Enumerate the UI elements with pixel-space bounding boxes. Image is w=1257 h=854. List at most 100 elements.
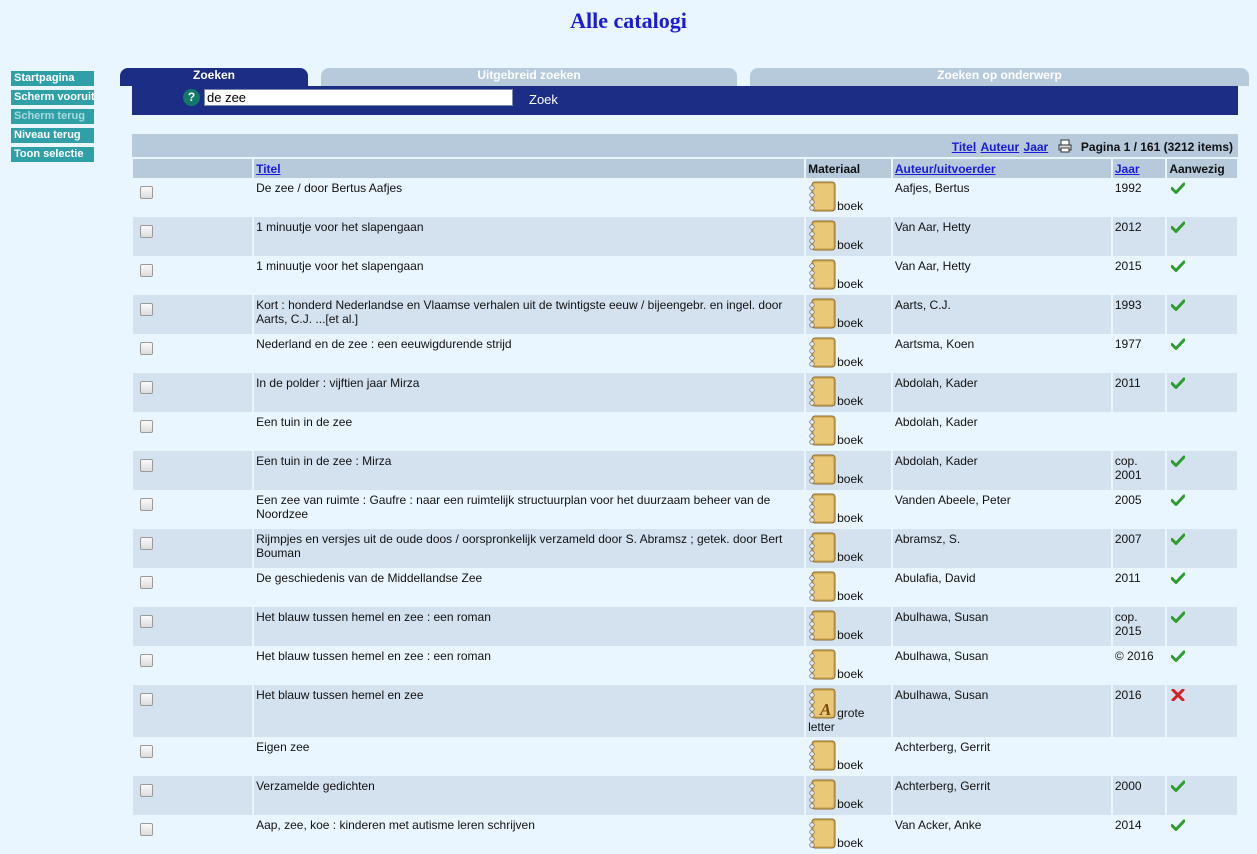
sort-auteur-link[interactable]: Auteur <box>981 140 1020 154</box>
table-row[interactable]: In de polder : vijftien jaar Mirza boek … <box>133 373 1237 412</box>
select-checkbox[interactable] <box>140 537 153 550</box>
tab-uitgebreid-zoeken[interactable]: Uitgebreid zoeken <box>321 68 737 86</box>
table-row[interactable]: Nederland en de zee : een eeuwigdurende … <box>133 334 1237 373</box>
tab-zoeken[interactable]: Zoeken <box>120 68 308 86</box>
year-cell <box>1112 737 1166 776</box>
help-icon[interactable]: ? <box>183 89 200 106</box>
material-label: boek <box>837 277 864 291</box>
title-cell[interactable]: De zee / door Bertus Aafjes <box>254 178 805 217</box>
title-cell[interactable]: 1 minuutje voor het slapengaan <box>254 217 805 256</box>
available-check-icon <box>1170 650 1186 662</box>
available-check-icon <box>1170 780 1186 792</box>
select-checkbox[interactable] <box>140 784 153 797</box>
select-checkbox[interactable] <box>140 303 153 316</box>
year-cell: 2011 <box>1112 373 1166 412</box>
table-row[interactable]: Het blauw tussen hemel en zee : een roma… <box>133 607 1237 646</box>
select-checkbox[interactable] <box>140 420 153 433</box>
material-cell: boek <box>806 373 891 412</box>
select-checkbox[interactable] <box>140 264 153 277</box>
select-cell <box>133 607 253 646</box>
material-label: boek <box>837 797 864 811</box>
select-checkbox[interactable] <box>140 498 153 511</box>
sidebar-item-scherm-vooruit[interactable]: Scherm vooruit <box>11 90 94 105</box>
select-checkbox[interactable] <box>140 459 153 472</box>
table-row[interactable]: De zee / door Bertus Aafjes boek Aafjes,… <box>133 178 1237 217</box>
title-cell[interactable]: Aap, zee, koe : kinderen met autisme ler… <box>254 815 805 854</box>
sort-titel-link[interactable]: Titel <box>952 140 976 154</box>
title-cell[interactable]: Een tuin in de zee <box>254 412 805 451</box>
select-checkbox[interactable] <box>140 225 153 238</box>
column-header-titel[interactable]: Titel <box>254 157 805 178</box>
search-button[interactable]: Zoek <box>529 92 558 107</box>
author-cell: Achterberg, Gerrit <box>892 776 1111 815</box>
table-row[interactable]: 1 minuutje voor het slapengaan boek Van … <box>133 256 1237 295</box>
availability-cell <box>1167 529 1237 568</box>
title-cell[interactable]: Kort : honderd Nederlandse en Vlaamse ve… <box>254 295 805 334</box>
print-icon[interactable] <box>1058 139 1072 153</box>
select-checkbox[interactable] <box>140 823 153 836</box>
pagination-info: Pagina 1 / 161 (3212 items) <box>1080 140 1233 154</box>
column-header-auteur[interactable]: Auteur/uitvoerder <box>892 157 1111 178</box>
select-checkbox[interactable] <box>140 186 153 199</box>
table-row[interactable]: Een zee van ruimte : Gaufre : naar een r… <box>133 490 1237 529</box>
book-icon <box>809 571 836 602</box>
availability-cell <box>1167 776 1237 815</box>
title-cell[interactable]: Een tuin in de zee : Mirza <box>254 451 805 490</box>
material-label: boek <box>837 355 864 369</box>
availability-cell <box>1167 178 1237 217</box>
author-cell: Abulhawa, Susan <box>892 685 1111 737</box>
title-cell[interactable]: Het blauw tussen hemel en zee <box>254 685 805 737</box>
title-cell[interactable]: Het blauw tussen hemel en zee : een roma… <box>254 607 805 646</box>
select-checkbox[interactable] <box>140 342 153 355</box>
available-check-icon <box>1170 533 1186 545</box>
table-row[interactable]: Aap, zee, koe : kinderen met autisme ler… <box>133 815 1237 854</box>
author-cell: Van Aar, Hetty <box>892 256 1111 295</box>
available-check-icon <box>1170 455 1186 467</box>
select-checkbox[interactable] <box>140 654 153 667</box>
title-cell[interactable]: Rijmpjes en versjes uit de oude doos / o… <box>254 529 805 568</box>
table-row[interactable]: Het blauw tussen hemel en zee : een roma… <box>133 646 1237 685</box>
title-cell[interactable]: Het blauw tussen hemel en zee : een roma… <box>254 646 805 685</box>
table-row[interactable]: 1 minuutje voor het slapengaan boek Van … <box>133 217 1237 256</box>
title-cell[interactable]: Eigen zee <box>254 737 805 776</box>
title-cell[interactable]: Nederland en de zee : een eeuwigdurende … <box>254 334 805 373</box>
title-cell[interactable]: Verzamelde gedichten <box>254 776 805 815</box>
material-label: boek <box>837 836 864 850</box>
tab-zoeken-op-onderwerp[interactable]: Zoeken op onderwerp <box>750 68 1249 86</box>
table-row[interactable]: Kort : honderd Nederlandse en Vlaamse ve… <box>133 295 1237 334</box>
book-icon <box>809 532 836 563</box>
sort-jaar-link[interactable]: Jaar <box>1024 140 1049 154</box>
available-check-icon <box>1170 182 1186 194</box>
sidebar-item-toon-selectie[interactable]: Toon selectie <box>11 147 94 162</box>
title-cell[interactable]: De geschiedenis van de Middellandse Zee <box>254 568 805 607</box>
table-row[interactable]: Verzamelde gedichten boek Achterberg, Ge… <box>133 776 1237 815</box>
author-cell: Van Aar, Hetty <box>892 217 1111 256</box>
select-checkbox[interactable] <box>140 381 153 394</box>
title-cell[interactable]: In de polder : vijftien jaar Mirza <box>254 373 805 412</box>
select-checkbox[interactable] <box>140 693 153 706</box>
available-check-icon <box>1170 611 1186 623</box>
column-header-jaar[interactable]: Jaar <box>1112 157 1166 178</box>
table-row[interactable]: Eigen zee boek Achterberg, Gerrit <box>133 737 1237 776</box>
select-checkbox[interactable] <box>140 576 153 589</box>
book-icon <box>809 259 836 290</box>
table-row[interactable]: Rijmpjes en versjes uit de oude doos / o… <box>133 529 1237 568</box>
book-icon <box>809 376 836 407</box>
book-icon <box>809 220 836 251</box>
title-cell[interactable]: Een zee van ruimte : Gaufre : naar een r… <box>254 490 805 529</box>
table-row[interactable]: Een tuin in de zee boek Abdolah, Kader <box>133 412 1237 451</box>
table-row[interactable]: Het blauw tussen hemel en zee A grote le… <box>133 685 1237 737</box>
search-input[interactable] <box>204 89 513 106</box>
title-cell[interactable]: 1 minuutje voor het slapengaan <box>254 256 805 295</box>
author-cell: Abramsz, S. <box>892 529 1111 568</box>
select-checkbox[interactable] <box>140 615 153 628</box>
table-row[interactable]: De geschiedenis van de Middellandse Zee … <box>133 568 1237 607</box>
author-cell: Aafjes, Bertus <box>892 178 1111 217</box>
sidebar-item-niveau-terug[interactable]: Niveau terug <box>11 128 94 143</box>
select-cell <box>133 373 253 412</box>
select-checkbox[interactable] <box>140 745 153 758</box>
table-row[interactable]: Een tuin in de zee : Mirza boek Abdolah,… <box>133 451 1237 490</box>
book-icon <box>809 610 836 641</box>
availability-cell <box>1167 451 1237 490</box>
book-icon <box>809 181 836 212</box>
